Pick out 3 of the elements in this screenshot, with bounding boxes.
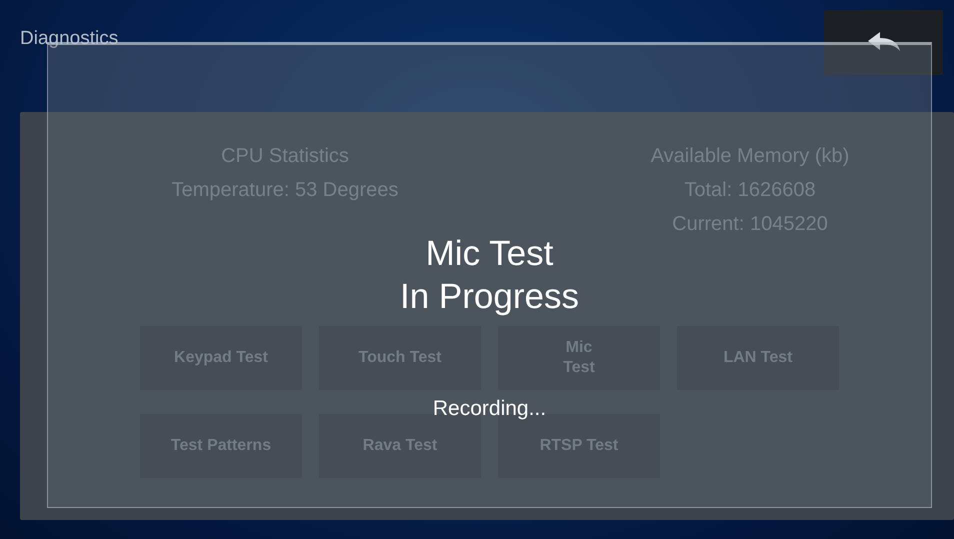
back-button[interactable] bbox=[824, 10, 943, 75]
dialog-title: Mic Test bbox=[426, 233, 554, 275]
dialog-title: In Progress bbox=[400, 276, 579, 318]
